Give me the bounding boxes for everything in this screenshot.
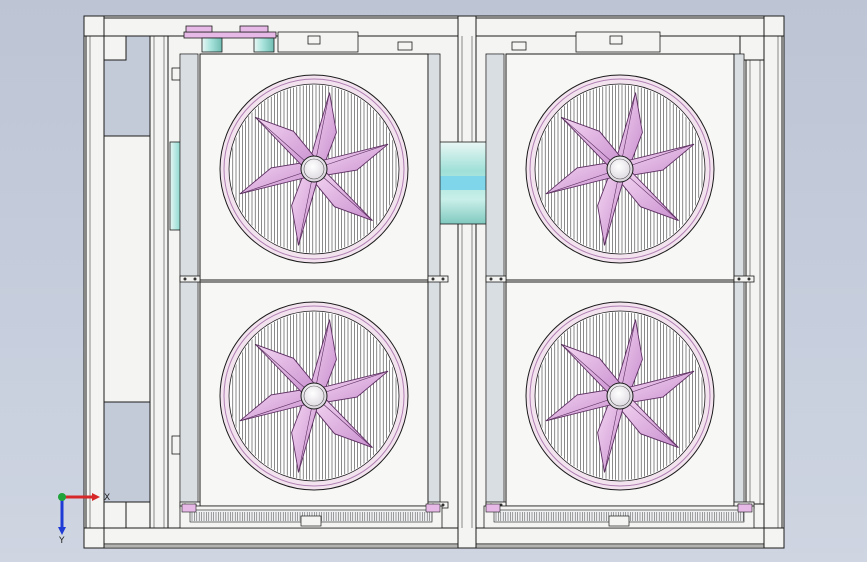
fan-hub: [606, 155, 634, 183]
axis-y-arrow: [58, 527, 66, 535]
axis-z-dot: [58, 493, 66, 501]
fan-module: [179, 281, 449, 509]
coil-strip: [483, 503, 755, 529]
axis-x-label: X: [104, 493, 110, 503]
fan-hub: [300, 155, 328, 183]
cad-viewport[interactable]: X Y: [0, 0, 867, 562]
left-side-panel: [103, 35, 169, 529]
fan-module: [179, 53, 449, 283]
axis-y-label: Y: [58, 536, 65, 546]
mount-bracket: [427, 275, 449, 283]
coil-strip: [179, 503, 443, 529]
fan-module: [485, 281, 755, 509]
mount-bracket: [733, 275, 755, 283]
mount-bracket: [485, 275, 507, 283]
fan-hub: [606, 382, 634, 410]
fan-module: [485, 53, 755, 283]
mount-bracket: [179, 275, 201, 283]
cad-drawing: X Y: [58, 15, 785, 549]
fan-hub: [300, 382, 328, 410]
